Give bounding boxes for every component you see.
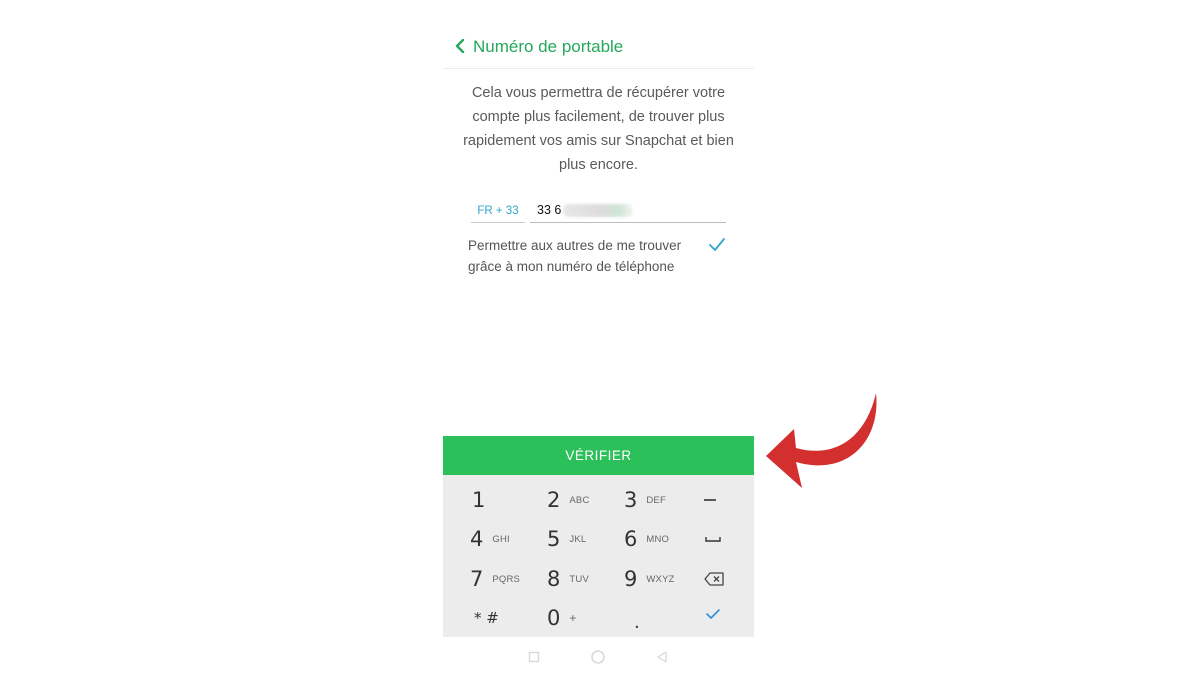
key-9[interactable]: 9 WXYZ	[624, 559, 675, 599]
permission-line-2: grâce à mon numéro de téléphone	[468, 259, 675, 274]
key-1[interactable]: 1	[472, 480, 485, 520]
key-letters: ABC	[569, 494, 590, 506]
key-letters: MNO	[646, 533, 670, 545]
description-text: Cela vous permettra de récupérer votre c…	[463, 85, 734, 173]
key-letters: +	[569, 611, 577, 625]
key-digit: 1	[472, 488, 486, 512]
key-digit: .	[634, 611, 640, 633]
key-digit: 8	[547, 567, 561, 591]
key-0[interactable]: 0 +	[547, 598, 577, 638]
verify-button[interactable]: VÉRIFIER	[443, 436, 754, 475]
numeric-keypad: 1 2 ABC 3 DEF 4 GHI 5 JKL 6 MNO 7 PQRS 8…	[443, 475, 754, 637]
app-header: Numéro de portable	[443, 28, 754, 69]
done-key[interactable]	[705, 594, 721, 634]
back-triangle-icon	[657, 651, 667, 663]
key-digit: 7	[470, 567, 484, 591]
space-bar-icon	[705, 537, 721, 542]
permission-line-1: Permettre aux autres de me trouver	[468, 238, 682, 253]
key-star-hash[interactable]: * #	[474, 598, 499, 638]
system-nav-bar	[443, 638, 754, 675]
minus-icon	[704, 499, 716, 501]
chevron-left-icon	[455, 39, 465, 53]
key-2[interactable]: 2 ABC	[547, 480, 590, 520]
home-button[interactable]	[588, 647, 608, 667]
key-digit: * #	[474, 609, 499, 627]
key-dot[interactable]: .	[634, 602, 640, 642]
key-digit: 5	[547, 527, 561, 551]
key-digit: 4	[470, 527, 484, 551]
backspace-key[interactable]	[704, 559, 724, 599]
key-letters: WXYZ	[646, 573, 675, 585]
key-6[interactable]: 6 MNO	[624, 519, 669, 559]
country-code-selector[interactable]: FR + 33	[471, 200, 525, 223]
key-letters: DEF	[646, 494, 666, 506]
red-annotation-arrow-icon	[766, 393, 877, 488]
key-letters: GHI	[492, 533, 510, 545]
home-circle-icon	[591, 650, 605, 664]
key-digit: 9	[624, 567, 638, 591]
key-3[interactable]: 3 DEF	[624, 480, 666, 520]
key-digit: 6	[624, 527, 638, 551]
checkmark-icon	[709, 238, 725, 251]
recents-square-icon	[528, 651, 540, 663]
recents-button[interactable]	[524, 647, 544, 667]
key-letters: PQRS	[492, 573, 521, 585]
redacted-number-blur	[563, 204, 633, 217]
permission-checkbox[interactable]	[707, 235, 727, 255]
key-digit: 2	[547, 488, 561, 512]
backspace-icon	[704, 572, 724, 586]
minus-key[interactable]	[704, 480, 716, 520]
find-me-permission-label: Permettre aux autres de me trouver grâce…	[468, 235, 718, 277]
phone-screen: Numéro de portable Cela vous permettra d…	[443, 0, 754, 675]
key-8[interactable]: 8 TUV	[547, 559, 589, 599]
phone-number-field[interactable]: 33 6	[530, 200, 726, 223]
key-letters: TUV	[569, 573, 589, 585]
key-4[interactable]: 4 GHI	[470, 519, 510, 559]
key-digit: 3	[624, 488, 638, 512]
key-letters: JKL	[569, 533, 587, 545]
back-button[interactable]	[451, 36, 469, 56]
key-7[interactable]: 7 PQRS	[470, 559, 520, 599]
space-key[interactable]	[705, 519, 721, 559]
phone-number-value: 33 6	[537, 203, 562, 217]
back-nav-button[interactable]	[652, 647, 672, 667]
done-check-icon	[706, 609, 720, 619]
key-5[interactable]: 5 JKL	[547, 519, 586, 559]
page-title: Numéro de portable	[473, 37, 624, 56]
key-digit: 0	[547, 606, 561, 630]
